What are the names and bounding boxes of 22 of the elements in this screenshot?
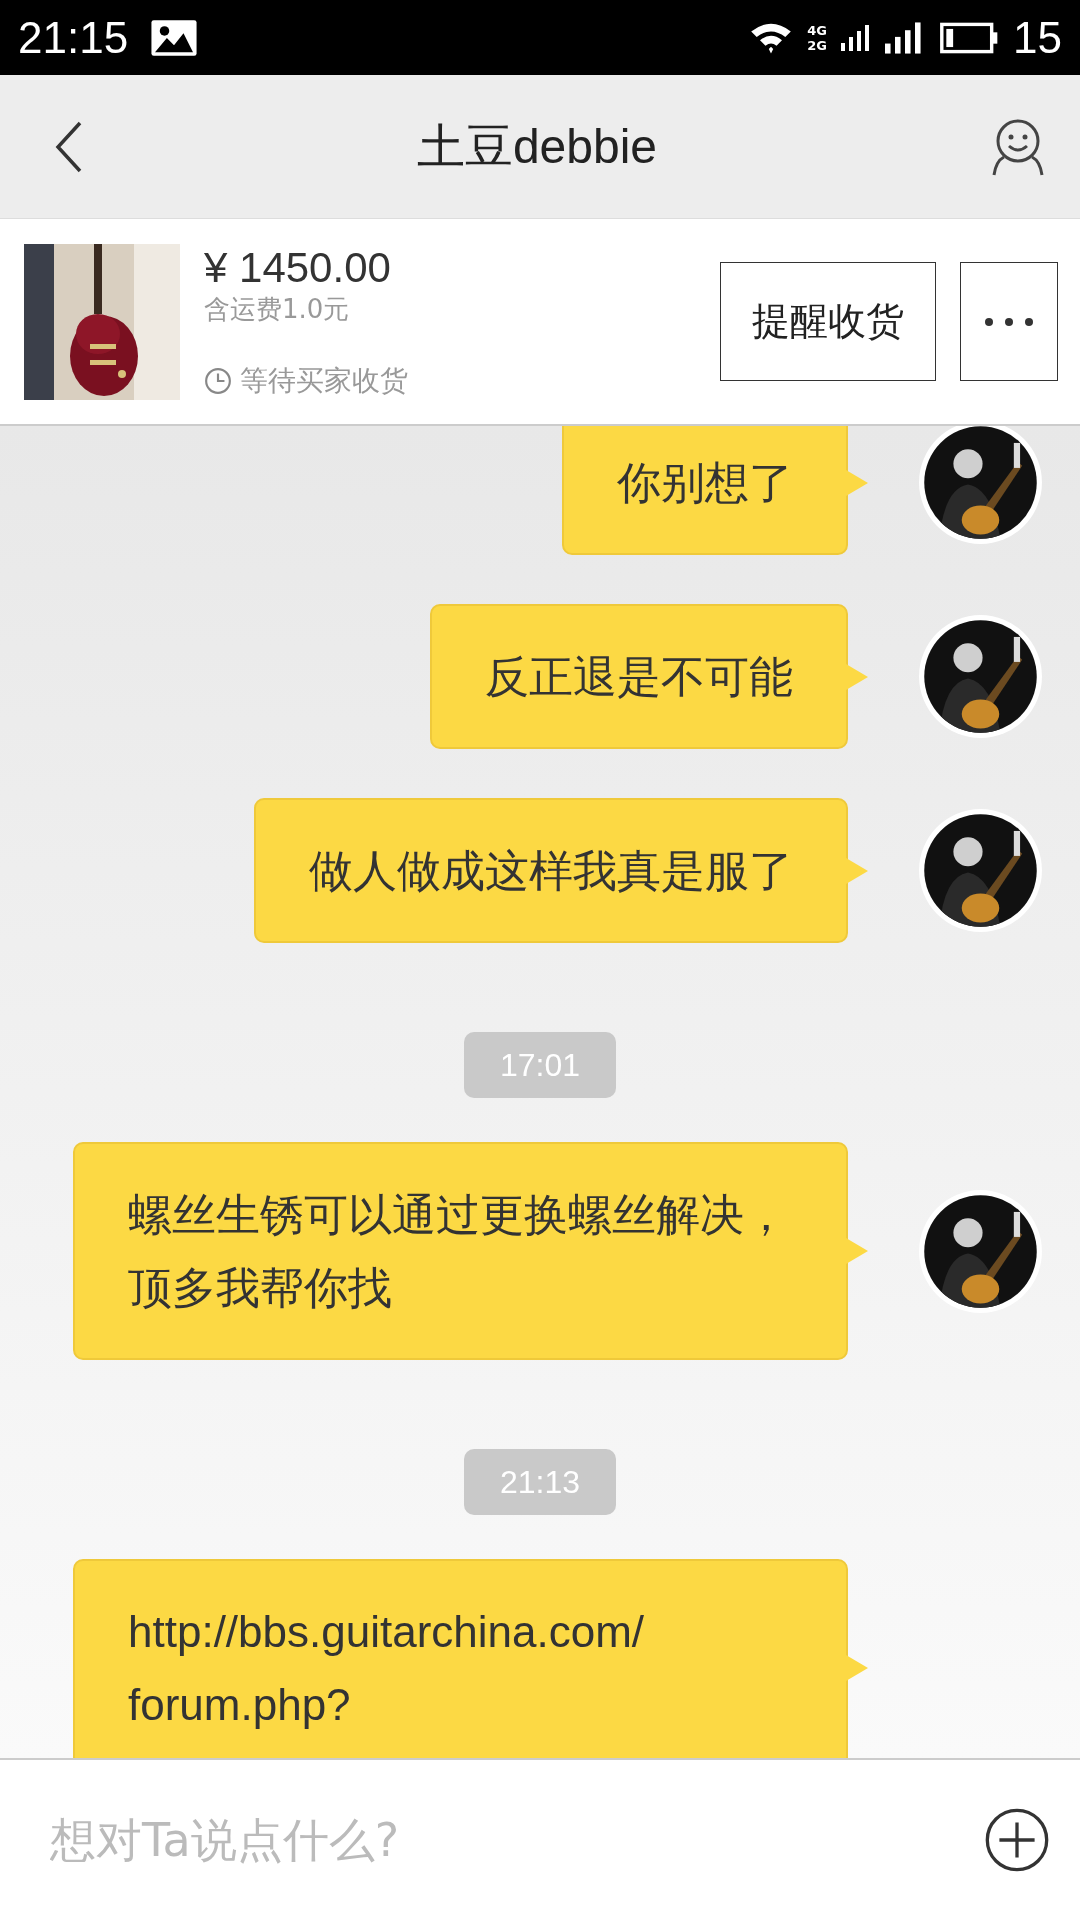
battery-icon	[939, 20, 1000, 55]
chat-title: 土豆debbie	[416, 118, 658, 175]
more-button[interactable]	[960, 262, 1058, 381]
bubble-tail	[846, 1655, 868, 1681]
status-time: 21:15	[18, 12, 129, 63]
bubble-tail	[846, 469, 868, 496]
more-icon	[984, 316, 1034, 327]
clock-icon	[204, 366, 232, 395]
remind-button[interactable]: 提醒收货	[720, 262, 936, 381]
order-status: 等待买家收货	[240, 362, 408, 399]
message-input[interactable]: 想对Ta说点什么?	[48, 1812, 984, 1868]
shipping-fee-text: 含运费1.0元	[204, 292, 351, 326]
network-label: 2G	[807, 37, 828, 53]
bubble-tail	[846, 1238, 868, 1264]
battery-level: 15	[1013, 12, 1062, 63]
signal-icon	[841, 22, 872, 53]
image-icon	[150, 18, 199, 57]
bubble-tail	[846, 663, 868, 690]
add-icon[interactable]	[984, 1807, 1050, 1873]
bubble-tail	[846, 857, 868, 884]
price-text: ¥ 1450.00	[204, 243, 392, 292]
network-label: 4G	[807, 22, 828, 38]
